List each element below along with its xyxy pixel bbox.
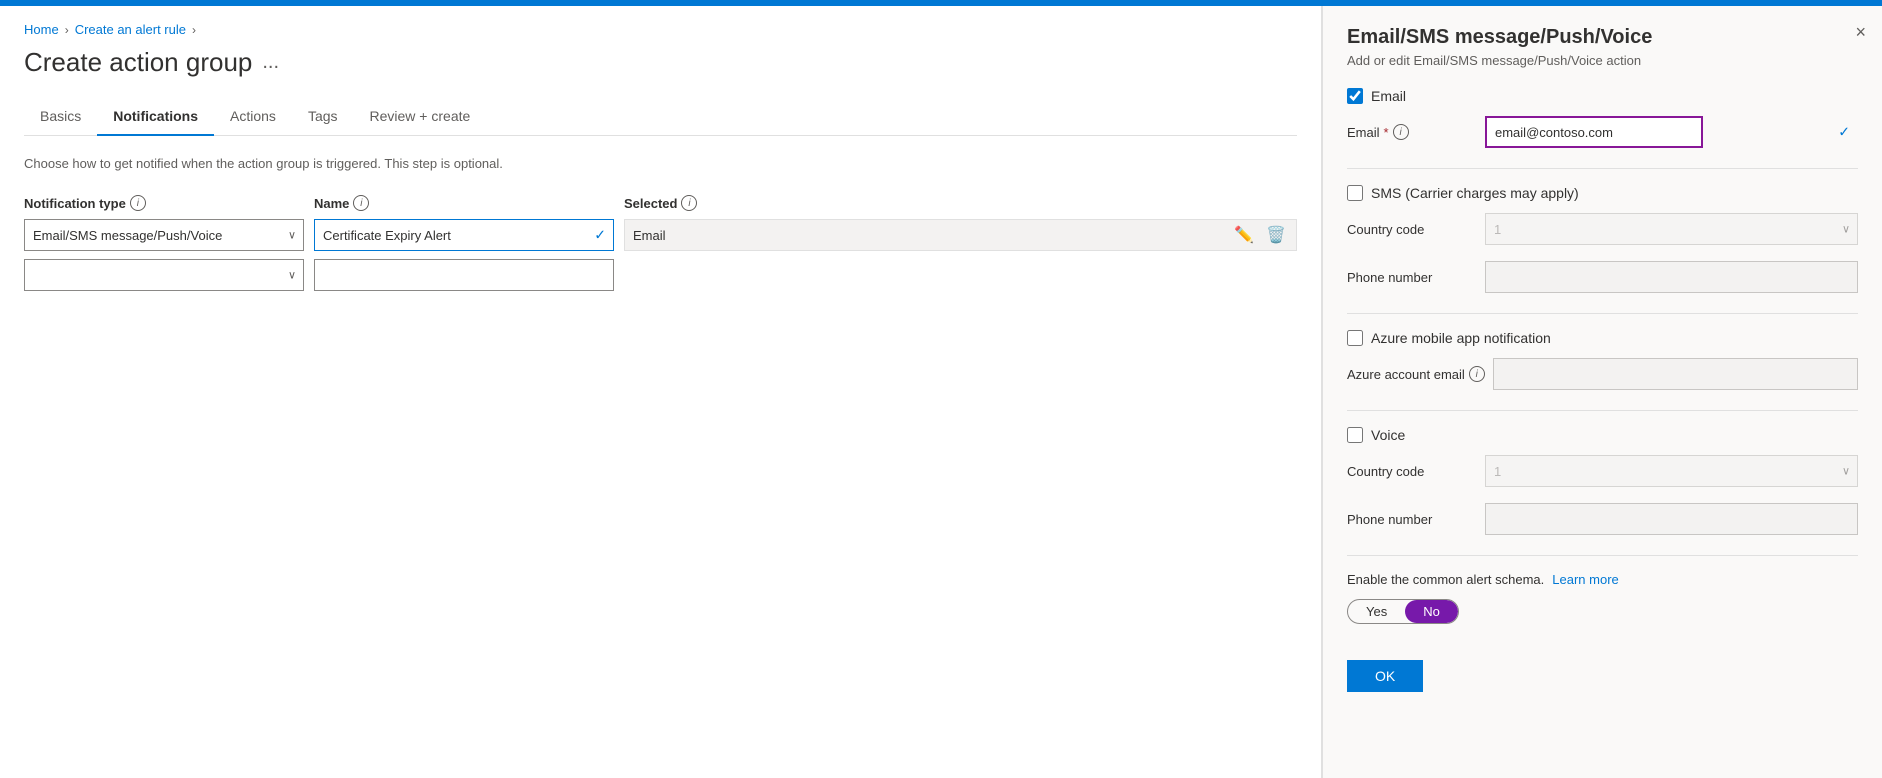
col-header-type: Notification type i [24,195,314,211]
alert-schema-section: Enable the common alert schema. Learn mo… [1347,572,1858,624]
delete-button[interactable]: 🗑️ [1264,225,1288,245]
panel-subtitle: Add or edit Email/SMS message/Push/Voice… [1347,53,1858,68]
sms-country-label: Country code [1347,222,1477,237]
left-panel: Home › Create an alert rule › Create act… [0,6,1322,778]
voice-country-row: Country code 1 ∨ [1347,455,1858,487]
breadcrumb-home[interactable]: Home [24,22,59,37]
sms-checkbox[interactable] [1347,185,1363,201]
divider-3 [1347,410,1858,411]
table-row-empty: ∨ [24,259,1297,291]
tab-review-create[interactable]: Review + create [354,98,487,136]
col-header-name: Name i [314,195,624,211]
voice-checkbox-row: Voice [1347,427,1858,443]
sms-phone-input[interactable] [1485,261,1858,293]
sms-country-select[interactable]: 1 [1485,213,1858,245]
col-header-selected: Selected i [624,195,1297,211]
sms-checkbox-label: SMS (Carrier charges may apply) [1371,185,1579,201]
voice-section: Voice Country code 1 ∨ Phone number [1347,427,1858,535]
voice-checkbox-label: Voice [1371,427,1405,443]
breadcrumb-chevron2: › [192,23,196,37]
breadcrumb-alert-rule[interactable]: Create an alert rule [75,22,186,37]
notification-type-info-icon[interactable]: i [130,195,146,211]
sms-country-row: Country code 1 ∨ [1347,213,1858,245]
empty-name-input[interactable] [314,259,614,291]
mobile-checkbox-label: Azure mobile app notification [1371,330,1551,346]
edit-button[interactable]: ✏️ [1232,225,1256,245]
schema-label: Enable the common alert schema. [1347,572,1544,587]
name-info-icon[interactable]: i [353,195,369,211]
breadcrumb-chevron1: › [65,23,69,37]
voice-country-wrapper: 1 ∨ [1485,455,1858,487]
notification-type-wrapper: Email/SMS message/Push/Voice ∨ [24,219,304,251]
breadcrumb: Home › Create an alert rule › [24,22,1297,37]
selected-actions: ✏️ 🗑️ [1232,225,1288,245]
page-title-container: Create action group ... [24,47,1297,78]
sms-country-wrapper: 1 ∨ [1485,213,1858,245]
required-star: * [1384,125,1389,140]
voice-phone-label: Phone number [1347,512,1477,527]
table-row: Email/SMS message/Push/Voice ∨ ✓ Email ✏… [24,219,1297,251]
email-checkbox-label: Email [1371,88,1406,104]
notification-table: Notification type i Name i Selected i Em… [24,195,1297,291]
voice-phone-row: Phone number [1347,503,1858,535]
right-panel: Email/SMS message/Push/Voice Add or edit… [1322,6,1882,778]
voice-phone-input[interactable] [1485,503,1858,535]
mobile-section: Azure mobile app notification Azure acco… [1347,330,1858,390]
ok-button[interactable]: OK [1347,660,1423,692]
schema-row: Enable the common alert schema. Learn mo… [1347,572,1858,587]
mobile-email-input[interactable] [1493,358,1858,390]
email-checkbox[interactable] [1347,88,1363,104]
sms-section: SMS (Carrier charges may apply) Country … [1347,185,1858,293]
mobile-checkbox-row: Azure mobile app notification [1347,330,1858,346]
more-options-button[interactable]: ... [262,51,279,74]
page-title: Create action group [24,47,252,78]
page-description: Choose how to get notified when the acti… [24,156,1297,171]
mobile-info-icon[interactable]: i [1469,366,1485,382]
name-check-icon: ✓ [594,227,606,244]
toggle-group: Yes No [1347,599,1459,624]
mobile-checkbox[interactable] [1347,330,1363,346]
email-input[interactable] [1485,116,1703,148]
email-input-wrapper: ✓ [1485,116,1858,148]
tab-notifications[interactable]: Notifications [97,98,214,136]
tab-basics[interactable]: Basics [24,98,97,136]
notification-name-wrapper: ✓ [314,219,614,251]
sms-phone-label: Phone number [1347,270,1477,285]
voice-checkbox[interactable] [1347,427,1363,443]
email-section: Email Email * i ✓ [1347,88,1858,148]
email-info-icon[interactable]: i [1393,124,1409,140]
learn-more-link[interactable]: Learn more [1552,572,1618,587]
mobile-email-label: Azure account email i [1347,366,1485,382]
selected-value: Email [633,228,666,243]
tab-bar: Basics Notifications Actions Tags Review… [24,98,1297,136]
tab-actions[interactable]: Actions [214,98,292,136]
divider-2 [1347,313,1858,314]
email-check-icon: ✓ [1838,124,1850,141]
notification-type-select[interactable]: Email/SMS message/Push/Voice [24,219,304,251]
voice-country-label: Country code [1347,464,1477,479]
divider-1 [1347,168,1858,169]
notification-name-input[interactable] [314,219,614,251]
empty-type-wrapper: ∨ [24,259,304,291]
panel-close-button[interactable]: × [1855,22,1866,43]
selected-cell: Email ✏️ 🗑️ [624,219,1297,251]
table-header: Notification type i Name i Selected i [24,195,1297,211]
toggle-no-button[interactable]: No [1405,600,1458,623]
email-checkbox-row: Email [1347,88,1858,104]
tab-tags[interactable]: Tags [292,98,354,136]
divider-4 [1347,555,1858,556]
panel-title: Email/SMS message/Push/Voice [1347,26,1858,49]
email-field-label: Email * i [1347,124,1477,140]
email-field-row: Email * i ✓ [1347,116,1858,148]
mobile-email-row: Azure account email i [1347,358,1858,390]
toggle-yes-button[interactable]: Yes [1348,600,1405,623]
selected-info-icon[interactable]: i [681,195,697,211]
voice-country-select[interactable]: 1 [1485,455,1858,487]
sms-phone-row: Phone number [1347,261,1858,293]
empty-type-select[interactable] [24,259,304,291]
sms-checkbox-row: SMS (Carrier charges may apply) [1347,185,1858,201]
